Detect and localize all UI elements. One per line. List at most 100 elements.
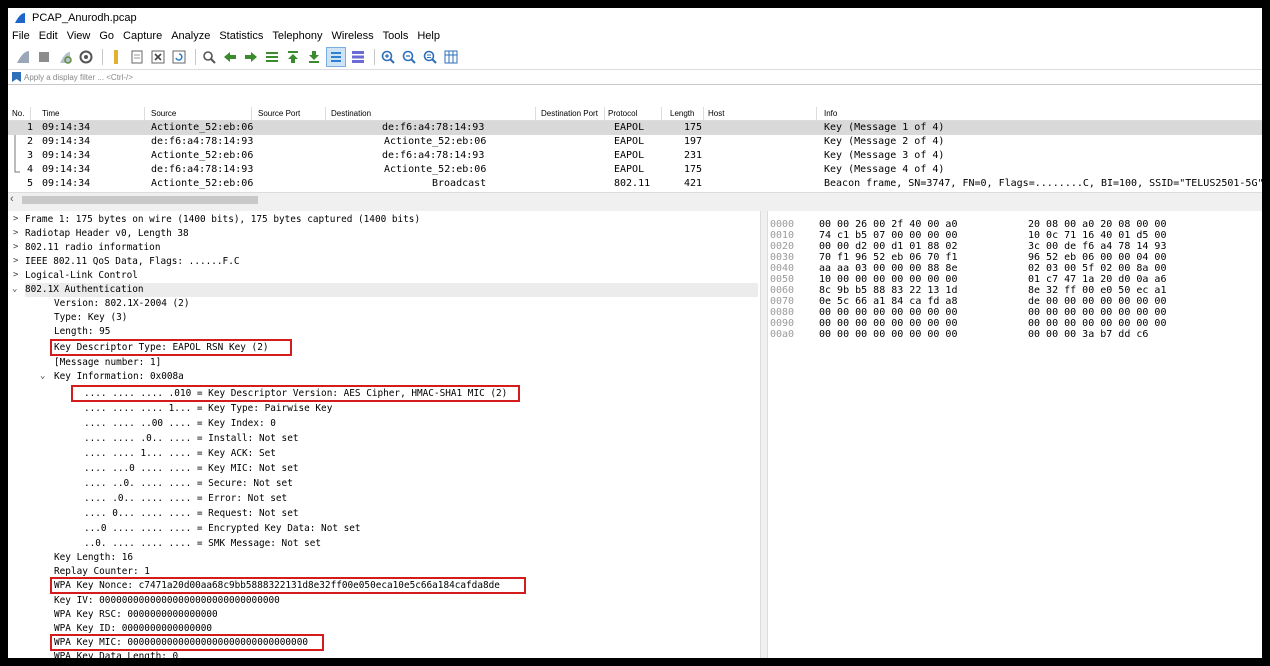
chevron-down-icon[interactable]: ⌄ xyxy=(12,284,17,294)
display-filter-bar[interactable]: Apply a display filter ... <Ctrl-/> xyxy=(8,70,1262,85)
zoom-reset-icon[interactable] xyxy=(421,48,439,66)
hex-offset: 0070 xyxy=(770,296,795,307)
col-destination[interactable]: Destination xyxy=(331,109,371,118)
col-source[interactable]: Source xyxy=(151,109,176,118)
tree-field[interactable]: .... ...0 .... .... = Key MIC: Not set xyxy=(84,462,298,476)
chevron-right-icon[interactable]: > xyxy=(13,270,18,280)
menu-wireless[interactable]: Wireless xyxy=(332,30,374,42)
menu-file[interactable]: File xyxy=(12,30,30,42)
wireshark-window: PCAP_Anurodh.pcap File Edit View Go Capt… xyxy=(8,8,1262,658)
packet-row[interactable]: 4 09:14:34 de:f6:a4:78:14:93 Actionte_52… xyxy=(8,163,1262,177)
hex-bytes: 00 00 00 3a b7 dd c6 xyxy=(1028,329,1149,340)
go-last-packet-icon[interactable] xyxy=(305,48,323,66)
close-file-icon[interactable] xyxy=(149,48,167,66)
packet-row[interactable]: 5 09:14:34 Actionte_52:eb:06 Broadcast 8… xyxy=(8,177,1262,191)
tree-item-8021x[interactable]: 802.1X Authentication xyxy=(25,283,758,297)
menu-analyze[interactable]: Analyze xyxy=(171,30,210,42)
tree-item-radiotap[interactable]: Radiotap Header v0, Length 38 xyxy=(25,227,189,241)
menu-edit[interactable]: Edit xyxy=(39,30,58,42)
hex-bytes: 96 52 eb 06 00 00 04 00 xyxy=(1028,252,1167,263)
display-filter-input[interactable]: Apply a display filter ... <Ctrl-/> xyxy=(24,73,133,82)
menu-view[interactable]: View xyxy=(67,30,91,42)
tree-field[interactable]: .... .0.. .... .... = Error: Not set xyxy=(84,492,287,506)
start-capture-icon[interactable] xyxy=(14,48,32,66)
tree-item-key-information[interactable]: Key Information: 0x008a xyxy=(54,370,184,384)
toolbar-separator xyxy=(102,49,103,65)
packet-row[interactable]: 2 09:14:34 de:f6:a4:78:14:93 Actionte_52… xyxy=(8,135,1262,149)
tree-field[interactable]: Length: 95 xyxy=(54,325,110,339)
restart-capture-icon[interactable] xyxy=(56,48,74,66)
hex-bytes: 3c 00 de f6 a4 78 14 93 xyxy=(1028,241,1167,252)
hex-offset: 00a0 xyxy=(770,329,795,340)
col-protocol[interactable]: Protocol xyxy=(608,109,637,118)
col-time[interactable]: Time xyxy=(42,109,59,118)
packet-list: 1 09:14:34 Actionte_52:eb:06 de:f6:a4:78… xyxy=(8,121,1262,191)
reload-file-icon[interactable] xyxy=(170,48,188,66)
zoom-in-icon[interactable] xyxy=(379,48,397,66)
scrollbar-thumb[interactable] xyxy=(22,196,258,204)
chevron-right-icon[interactable]: > xyxy=(13,214,18,224)
resize-columns-icon[interactable] xyxy=(442,48,460,66)
bookmark-icon[interactable] xyxy=(12,72,21,82)
tree-field[interactable]: ..0. .... .... .... = SMK Message: Not s… xyxy=(84,537,321,551)
tree-item-ieee80211[interactable]: IEEE 802.11 QoS Data, Flags: ......F.C xyxy=(25,255,239,269)
go-to-packet-icon[interactable] xyxy=(263,48,281,66)
packet-row[interactable]: 1 09:14:34 Actionte_52:eb:06 de:f6:a4:78… xyxy=(8,121,1262,135)
col-host[interactable]: Host xyxy=(708,109,724,118)
col-info[interactable]: Info xyxy=(824,109,837,118)
col-no[interactable]: No. xyxy=(12,109,24,118)
tree-field[interactable]: .... .... ..00 .... = Key Index: 0 xyxy=(84,417,276,431)
menu-capture[interactable]: Capture xyxy=(123,30,162,42)
column-separator xyxy=(325,107,326,120)
col-destination-port[interactable]: Destination Port xyxy=(541,109,598,118)
capture-options-icon[interactable] xyxy=(77,48,95,66)
chevron-right-icon[interactable]: > xyxy=(13,228,18,238)
tree-field[interactable]: WPA Key RSC: 0000000000000000 xyxy=(54,608,218,622)
autoscroll-icon[interactable] xyxy=(326,47,346,67)
col-length[interactable]: Length xyxy=(670,109,694,118)
menu-go[interactable]: Go xyxy=(99,30,114,42)
menu-bar: File Edit View Go Capture Analyze Statis… xyxy=(8,27,1262,45)
tree-item-radio-info[interactable]: 802.11 radio information xyxy=(25,241,160,255)
menu-telephony[interactable]: Telephony xyxy=(272,30,322,42)
tree-field[interactable]: Type: Key (3) xyxy=(54,311,127,325)
chevron-right-icon[interactable]: > xyxy=(13,242,18,252)
colorize-icon[interactable] xyxy=(349,48,367,66)
column-separator xyxy=(30,107,31,120)
go-forward-icon[interactable] xyxy=(242,48,260,66)
save-file-icon[interactable] xyxy=(128,48,146,66)
tree-field[interactable]: ...0 .... .... .... = Encrypted Key Data… xyxy=(84,522,361,536)
tree-field[interactable]: .... ..0. .... .... = Secure: Not set xyxy=(84,477,293,491)
tree-field[interactable]: .... .... .... 1... = Key Type: Pairwise… xyxy=(84,402,332,416)
go-back-icon[interactable] xyxy=(221,48,239,66)
stop-capture-icon[interactable] xyxy=(35,48,53,66)
packet-destination: de:f6:a4:78:14:93 xyxy=(382,150,485,161)
tree-field[interactable]: Key Length: 16 xyxy=(54,551,133,565)
menu-help[interactable]: Help xyxy=(417,30,440,42)
packet-list-hscrollbar[interactable]: ‹ xyxy=(8,192,1262,208)
chevron-down-icon[interactable]: ⌄ xyxy=(40,371,45,381)
tree-field[interactable]: Version: 802.1X-2004 (2) xyxy=(54,297,189,311)
packet-destination: Broadcast xyxy=(432,178,487,189)
scroll-left-arrow-icon[interactable]: ‹ xyxy=(10,193,14,205)
tree-item-llc[interactable]: Logical-Link Control xyxy=(25,269,138,283)
tree-field[interactable]: WPA Key Data Length: 0 xyxy=(54,650,178,658)
tree-item-frame[interactable]: Frame 1: 175 bytes on wire (1400 bits), … xyxy=(25,213,420,227)
chevron-right-icon[interactable]: > xyxy=(13,256,18,266)
hex-bytes: 8e 32 ff 00 e0 50 ec a1 xyxy=(1028,285,1167,296)
menu-tools[interactable]: Tools xyxy=(383,30,409,42)
packet-row[interactable]: 3 09:14:34 Actionte_52:eb:06 de:f6:a4:78… xyxy=(8,149,1262,163)
find-packet-icon[interactable] xyxy=(200,48,218,66)
tree-field[interactable]: .... 0... .... .... = Request: Not set xyxy=(84,507,298,521)
tree-field[interactable]: .... .... 1... .... = Key ACK: Set xyxy=(84,447,276,461)
packet-no: 2 xyxy=(27,136,34,147)
tree-field[interactable]: .... .... .0.. .... = Install: Not set xyxy=(84,432,298,446)
packet-bytes-pane: 0000 00 00 26 00 2f 40 00 a0 20 08 00 a0 2… xyxy=(766,211,1262,658)
menu-statistics[interactable]: Statistics xyxy=(219,30,263,42)
open-file-icon[interactable] xyxy=(107,48,125,66)
col-source-port[interactable]: Source Port xyxy=(258,109,300,118)
tree-field[interactable]: [Message number: 1] xyxy=(54,356,161,370)
zoom-out-icon[interactable] xyxy=(400,48,418,66)
tree-field[interactable]: Key IV: 00000000000000000000000000000000 xyxy=(54,594,280,608)
go-first-packet-icon[interactable] xyxy=(284,48,302,66)
